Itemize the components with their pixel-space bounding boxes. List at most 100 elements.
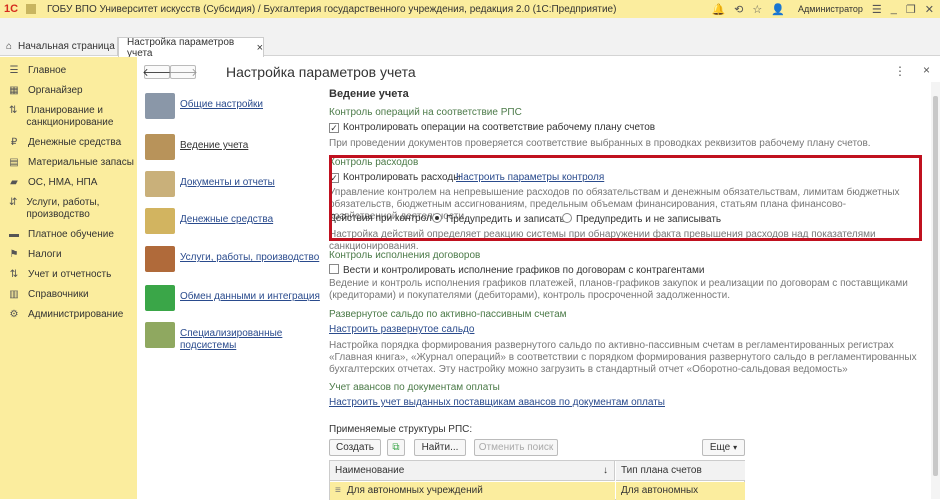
- col-name-label: Наименование: [335, 464, 405, 476]
- sidebar-item[interactable]: ⇅ Учет и отчетность: [0, 265, 137, 285]
- tab-home[interactable]: ⌂ Начальная страница: [0, 37, 118, 56]
- sidebar-item-label: Планирование и санкционирование: [26, 105, 114, 128]
- rps-checkbox[interactable]: ✓: [329, 123, 339, 133]
- nav-item-label[interactable]: Обмен данными и интеграция: [180, 291, 320, 303]
- home-icon: ⌂: [6, 41, 13, 52]
- sidebar-item-label: Платное обучение: [28, 229, 114, 240]
- window-menu-icon[interactable]: ☰: [872, 3, 882, 16]
- title-bar: 1С ГОБУ ВПО Университет искусств (Субсид…: [0, 0, 940, 18]
- sidebar-item-label: Администрирование: [28, 309, 124, 320]
- assets-icon: ▰: [10, 177, 18, 188]
- sidebar-item-label: Материальные запасы: [28, 157, 134, 168]
- 1c-logo: 1С: [4, 3, 19, 15]
- sidebar-item[interactable]: ▰ ОС, НМА, НПА: [0, 173, 137, 193]
- more-button-label: Еще: [709, 441, 731, 453]
- rps-checkbox-row[interactable]: ✓ Контролировать операции на соответствие…: [329, 122, 655, 134]
- sidebar-item[interactable]: ▦ Органайзер: [0, 81, 137, 101]
- sidebar-item[interactable]: ▬ Платное обучение: [0, 225, 137, 245]
- sidebar-item[interactable]: ▤ Материальные запасы: [0, 153, 137, 173]
- education-icon: ▬: [9, 229, 19, 240]
- find-button[interactable]: Найти...: [414, 439, 466, 456]
- sidebar-item-label: Денежные средства: [28, 137, 122, 148]
- nav-item-label[interactable]: Ведение учета: [180, 140, 248, 152]
- rps-group-title: Контроль операций на соответствие РПС: [329, 107, 522, 118]
- sidebar-item[interactable]: ₽ Денежные средства: [0, 133, 137, 153]
- tab-close-icon[interactable]: ×: [257, 42, 263, 54]
- user-icon[interactable]: 👤: [771, 3, 785, 16]
- sidebar-item-label: Справочники: [28, 289, 89, 300]
- sidebar-item[interactable]: ⚑ Налоги: [0, 245, 137, 265]
- sidebar-item-label: Услуги, работы, производство: [26, 197, 100, 220]
- form-close-icon[interactable]: ×: [923, 63, 930, 77]
- nav-item-label[interactable]: Документы и отчеты: [180, 177, 275, 189]
- nav-item-label[interactable]: Общие настройки: [180, 99, 263, 111]
- section-title: Ведение учета: [329, 88, 409, 100]
- star-icon[interactable]: ☆: [752, 3, 762, 16]
- sidebar-item[interactable]: ⇵ Услуги, работы, производство: [0, 193, 137, 225]
- highlight-frame: [329, 155, 922, 241]
- nav-item[interactable]: Специализированные подсистемы: [145, 322, 320, 352]
- advances-group-title: Учет авансов по документам оплаты: [329, 382, 500, 393]
- sidebar-item[interactable]: ▥ Справочники: [0, 285, 137, 305]
- create-button[interactable]: Создать: [329, 439, 381, 456]
- contracts-checkbox-label: Вести и контролировать исполнение график…: [343, 265, 705, 276]
- balance-settings-link[interactable]: Настроить развернутое сальдо: [329, 324, 474, 336]
- nav-item-icon: [145, 285, 175, 311]
- catalogs-icon: ▥: [9, 289, 19, 300]
- cancel-search-button[interactable]: Отменить поиск: [474, 439, 558, 456]
- history-icon[interactable]: ⟲: [734, 3, 743, 16]
- nav-item[interactable]: Ведение учета: [145, 134, 248, 160]
- sidebar-item-label: Органайзер: [28, 85, 83, 96]
- user-name[interactable]: Администратор: [798, 4, 863, 14]
- sidebar-item-label: Учет и отчетность: [28, 269, 112, 280]
- tab-home-label: Начальная страница: [18, 41, 115, 52]
- sidebar-item[interactable]: ☰ Главное: [0, 61, 137, 81]
- restore-icon[interactable]: ❐: [906, 3, 916, 16]
- more-button[interactable]: Еще ▾: [702, 439, 745, 456]
- contracts-group-title: Контроль исполнения договоров: [329, 250, 481, 261]
- gear-icon: ⚙: [9, 309, 19, 320]
- copy-icon[interactable]: ⧉: [387, 439, 405, 456]
- row-name: Для автономных учреждений: [346, 485, 483, 496]
- nav-item[interactable]: Обмен данными и интеграция: [145, 285, 320, 311]
- nav-item[interactable]: Денежные средства: [145, 208, 273, 234]
- structures-label: Применяемые структуры РПС:: [329, 424, 473, 435]
- scrollbar[interactable]: [931, 82, 940, 499]
- col-name-header[interactable]: Наименование ↓: [330, 461, 615, 481]
- advances-settings-link[interactable]: Настроить учет выданных поставщикам аван…: [329, 397, 665, 409]
- planning-icon: ⇅: [9, 105, 18, 116]
- app-menu-icon[interactable]: [26, 4, 36, 14]
- scroll-thumb[interactable]: [933, 96, 938, 476]
- minimize-icon[interactable]: _: [891, 3, 897, 15]
- sidebar: ☰ Главное ▦ Органайзер ⇅ Планирование и санкц…: [0, 57, 137, 499]
- contracts-checkbox[interactable]: [329, 264, 339, 274]
- nav-item-label[interactable]: Услуги, работы, производство: [180, 252, 319, 264]
- balance-hint: Настройка порядка формирования развернут…: [329, 340, 917, 375]
- nav-item-label[interactable]: Денежные средства: [180, 214, 273, 226]
- col-type-header[interactable]: Тип плана счетов: [616, 461, 745, 481]
- settings-nav: Общие настройки Ведение учета Документы и …: [140, 57, 325, 499]
- sidebar-item-label: Налоги: [28, 249, 62, 260]
- tab-settings-label: Настройка параметров учета: [127, 36, 235, 59]
- contracts-checkbox-row[interactable]: Вести и контролировать исполнение график…: [329, 264, 704, 277]
- nav-item[interactable]: Документы и отчеты: [145, 171, 275, 197]
- tab-settings[interactable]: Настройка параметров учета ×: [118, 36, 264, 59]
- nav-item-label[interactable]: Специализированные подсистемы: [180, 328, 320, 352]
- nav-item[interactable]: Общие настройки: [145, 93, 263, 119]
- table-row[interactable]: ≡ Для автономных учреждений: [330, 482, 615, 500]
- window-close-icon[interactable]: ✕: [925, 3, 934, 16]
- nav-item-icon: [145, 93, 175, 119]
- more-icon[interactable]: ⋮: [894, 64, 906, 78]
- structures-table: Наименование ↓ Тип плана счетов ≡ Для авто…: [329, 460, 745, 500]
- sidebar-item[interactable]: ⇅ Планирование и санкционирование: [0, 101, 137, 133]
- nav-item-icon: [145, 322, 175, 348]
- bell-icon[interactable]: 🔔: [711, 3, 725, 16]
- nav-item-icon: [145, 171, 175, 197]
- nav-item[interactable]: Услуги, работы, производство: [145, 246, 319, 272]
- sort-icon: ↓: [603, 464, 608, 476]
- services-icon: ⇵: [9, 197, 18, 208]
- rps-hint: При проведении документов проверяется со…: [329, 138, 871, 149]
- row-type[interactable]: Для автономных: [616, 482, 745, 500]
- row-icon: ≡: [335, 485, 341, 496]
- sidebar-item[interactable]: ⚙ Администрирование: [0, 305, 137, 325]
